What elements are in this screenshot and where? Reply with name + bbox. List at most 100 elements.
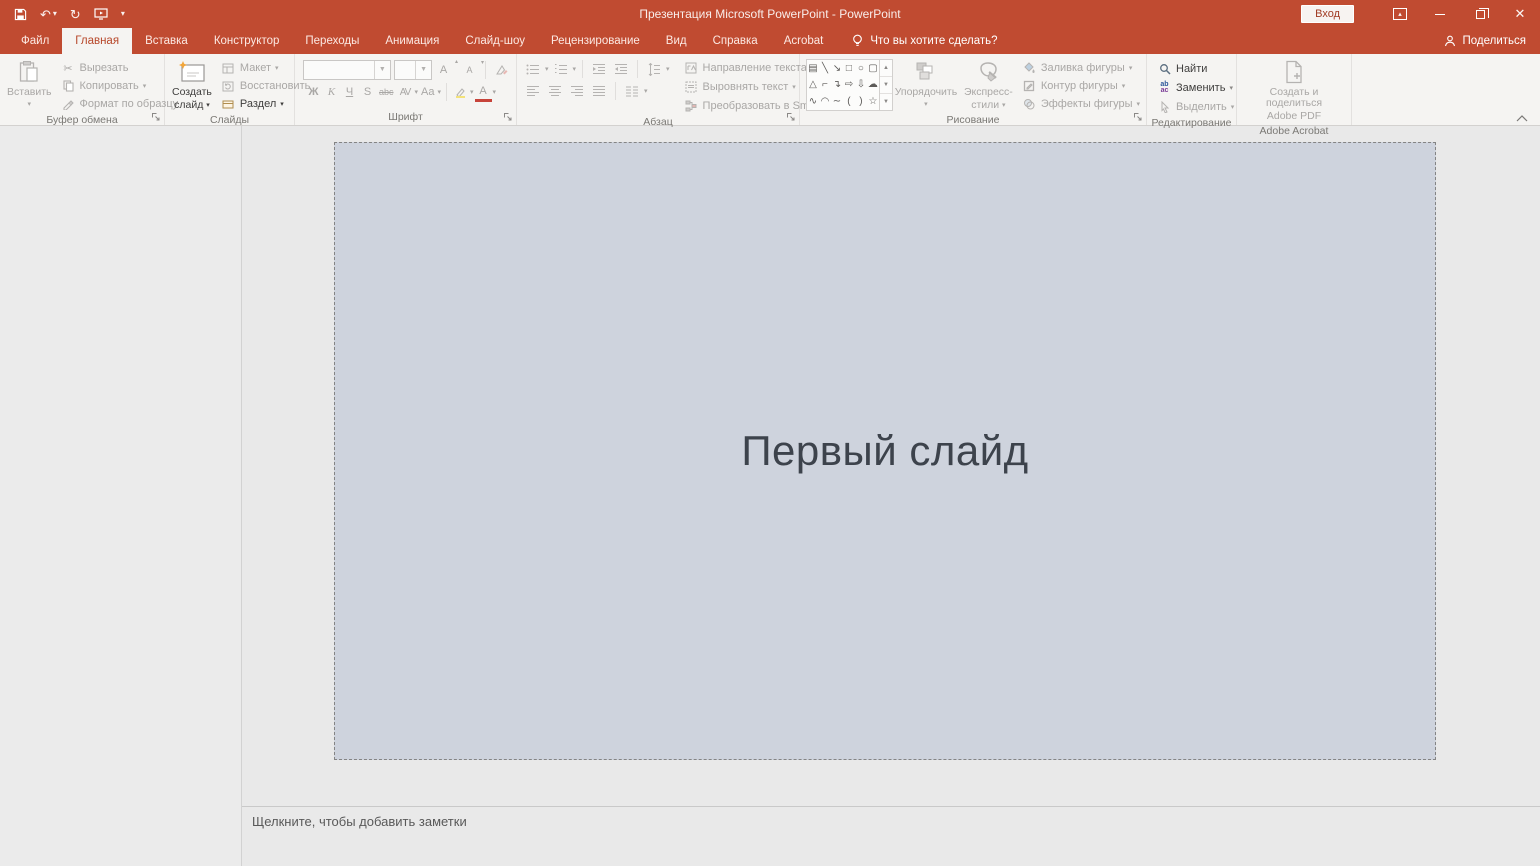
slide-thumbnail-pane[interactable]	[0, 126, 242, 866]
align-center-button[interactable]	[545, 81, 565, 101]
justify-button[interactable]	[589, 81, 609, 101]
paragraph-dialog-launcher-icon[interactable]	[786, 112, 796, 122]
shape-rounded-rectangle-icon[interactable]: ▢	[867, 60, 879, 77]
collapse-ribbon-button[interactable]	[1516, 115, 1528, 122]
tab-help[interactable]: Справка	[700, 28, 771, 54]
paste-button[interactable]: Вставить ▾	[2, 57, 57, 113]
tab-home[interactable]: Главная	[62, 28, 132, 54]
bullets-button[interactable]	[523, 59, 543, 79]
change-case-button[interactable]: Aa	[419, 82, 436, 102]
shape-effects-button[interactable]: Эффекты фигуры ▾	[1018, 95, 1144, 113]
share-button[interactable]: Поделиться	[1444, 28, 1526, 54]
shape-fill-button[interactable]: Заливка фигуры ▾	[1018, 59, 1144, 77]
clear-formatting-button[interactable]	[493, 60, 510, 80]
sign-in-button[interactable]: Вход	[1301, 5, 1354, 23]
tab-slideshow[interactable]: Слайд-шоу	[452, 28, 538, 54]
grow-font-button[interactable]: А	[435, 60, 452, 80]
line-spacing-button[interactable]	[644, 59, 664, 79]
replace-button[interactable]: ab ac Заменить ▾	[1157, 79, 1234, 97]
shape-star-icon[interactable]: ☆	[867, 93, 879, 110]
shape-down-arrow-icon[interactable]: ⇩	[855, 77, 867, 94]
undo-button[interactable]: ↶ ▾	[40, 8, 57, 21]
arrange-button[interactable]: Упорядочить ▾	[893, 57, 959, 113]
underline-button[interactable]: Ч	[341, 82, 358, 102]
undo-dropdown-icon[interactable]: ▾	[53, 10, 57, 18]
tab-design[interactable]: Конструктор	[201, 28, 293, 54]
decrease-indent-button[interactable]	[589, 59, 609, 79]
strikethrough-button[interactable]: abc	[377, 82, 396, 102]
shape-triangle-icon[interactable]: △	[807, 77, 819, 94]
increase-indent-button[interactable]	[611, 59, 631, 79]
align-right-button[interactable]	[567, 81, 587, 101]
tab-view[interactable]: Вид	[653, 28, 700, 54]
slide-title-text[interactable]: Первый слайд	[741, 427, 1028, 475]
shape-outline-button[interactable]: Контур фигуры ▾	[1018, 77, 1144, 95]
shape-elbow-arrow-icon[interactable]: ↴	[831, 77, 843, 94]
customize-qat-icon[interactable]: ▾	[121, 10, 125, 18]
shapes-more-icon[interactable]: ▼	[880, 93, 892, 110]
line-spacing-dropdown-icon[interactable]: ▾	[666, 65, 670, 73]
start-slideshow-icon[interactable]	[94, 8, 108, 20]
numbering-dropdown-icon[interactable]: ▾	[573, 65, 577, 73]
quick-styles-button[interactable]: Экспресс- стили ▾	[959, 57, 1018, 113]
shape-arc-icon[interactable]: ◠	[819, 93, 831, 110]
shape-right-arrow-icon[interactable]: ⇨	[843, 77, 855, 94]
drawing-dialog-launcher-icon[interactable]	[1133, 112, 1143, 122]
ribbon-display-options-button[interactable]: ▴	[1380, 0, 1420, 28]
font-name-dropdown-icon[interactable]: ▼	[374, 61, 390, 79]
change-case-dropdown-icon[interactable]: ▾	[438, 88, 442, 96]
shapes-scroll-down-icon[interactable]: ▼	[880, 76, 892, 93]
bold-button[interactable]: Ж	[305, 82, 322, 102]
minimize-button[interactable]	[1420, 0, 1460, 28]
close-button[interactable]: ✕	[1500, 0, 1540, 28]
save-icon[interactable]	[14, 8, 27, 21]
font-color-button[interactable]: А	[475, 82, 492, 102]
find-button[interactable]: Найти	[1157, 60, 1234, 78]
clipboard-dialog-launcher-icon[interactable]	[151, 112, 161, 122]
shape-line-icon[interactable]: ╲	[819, 60, 831, 77]
text-highlight-button[interactable]	[452, 82, 469, 102]
shapes-scroll-up-icon[interactable]: ▲	[880, 60, 892, 76]
italic-button[interactable]: К	[323, 82, 340, 102]
create-pdf-button[interactable]: Создать и поделиться Adobe PDF	[1240, 57, 1348, 124]
tab-file[interactable]: Файл	[8, 28, 62, 54]
font-name-combo[interactable]: ▼	[303, 60, 391, 80]
slide[interactable]: Первый слайд	[334, 142, 1436, 760]
columns-dropdown-icon[interactable]: ▾	[644, 87, 648, 95]
shrink-font-button[interactable]: А	[461, 60, 478, 80]
shape-textbox-icon[interactable]: ▤	[807, 60, 819, 77]
bullets-dropdown-icon[interactable]: ▾	[545, 65, 549, 73]
font-color-dropdown-icon[interactable]: ▾	[493, 88, 497, 96]
shape-arrow-icon[interactable]: ↘	[831, 60, 843, 77]
shape-oval-icon[interactable]: ○	[855, 60, 867, 77]
redo-icon[interactable]: ↻	[70, 8, 81, 21]
new-slide-button[interactable]: Создать слайд ▾	[167, 57, 217, 113]
cut-button[interactable]: ✂ Вырезать	[57, 59, 183, 77]
shape-left-brace-icon[interactable]: (	[843, 93, 855, 110]
shape-rectangle-icon[interactable]: □	[843, 60, 855, 77]
restore-button[interactable]	[1460, 0, 1500, 28]
shape-cloud-icon[interactable]: ☁	[867, 77, 879, 94]
format-painter-button[interactable]: Формат по образцу	[57, 95, 183, 113]
tell-me-box[interactable]: Что вы хотите сделать?	[842, 28, 1007, 54]
copy-button[interactable]: Копировать ▾	[57, 77, 183, 95]
text-highlight-dropdown-icon[interactable]: ▾	[470, 88, 474, 96]
tab-insert[interactable]: Вставка	[132, 28, 201, 54]
select-button[interactable]: Выделить ▾	[1157, 98, 1234, 116]
tab-review[interactable]: Рецензирование	[538, 28, 653, 54]
align-left-button[interactable]	[523, 81, 543, 101]
numbering-button[interactable]	[551, 59, 571, 79]
font-dialog-launcher-icon[interactable]	[503, 112, 513, 122]
tab-acrobat[interactable]: Acrobat	[771, 28, 837, 54]
character-spacing-dropdown-icon[interactable]: ▾	[415, 88, 419, 96]
shape-right-brace-icon[interactable]: )	[855, 93, 867, 110]
shape-scribble-icon[interactable]: ∿	[807, 93, 819, 110]
shape-curve-icon[interactable]: ∼	[831, 93, 843, 110]
text-shadow-button[interactable]: S	[359, 82, 376, 102]
tab-animations[interactable]: Анимация	[372, 28, 452, 54]
character-spacing-button[interactable]: AV	[397, 82, 414, 102]
notes-pane[interactable]: Щелкните, чтобы добавить заметки	[242, 806, 1540, 866]
columns-button[interactable]	[622, 81, 642, 101]
font-size-combo[interactable]: ▼	[394, 60, 432, 80]
font-size-dropdown-icon[interactable]: ▼	[415, 61, 431, 79]
